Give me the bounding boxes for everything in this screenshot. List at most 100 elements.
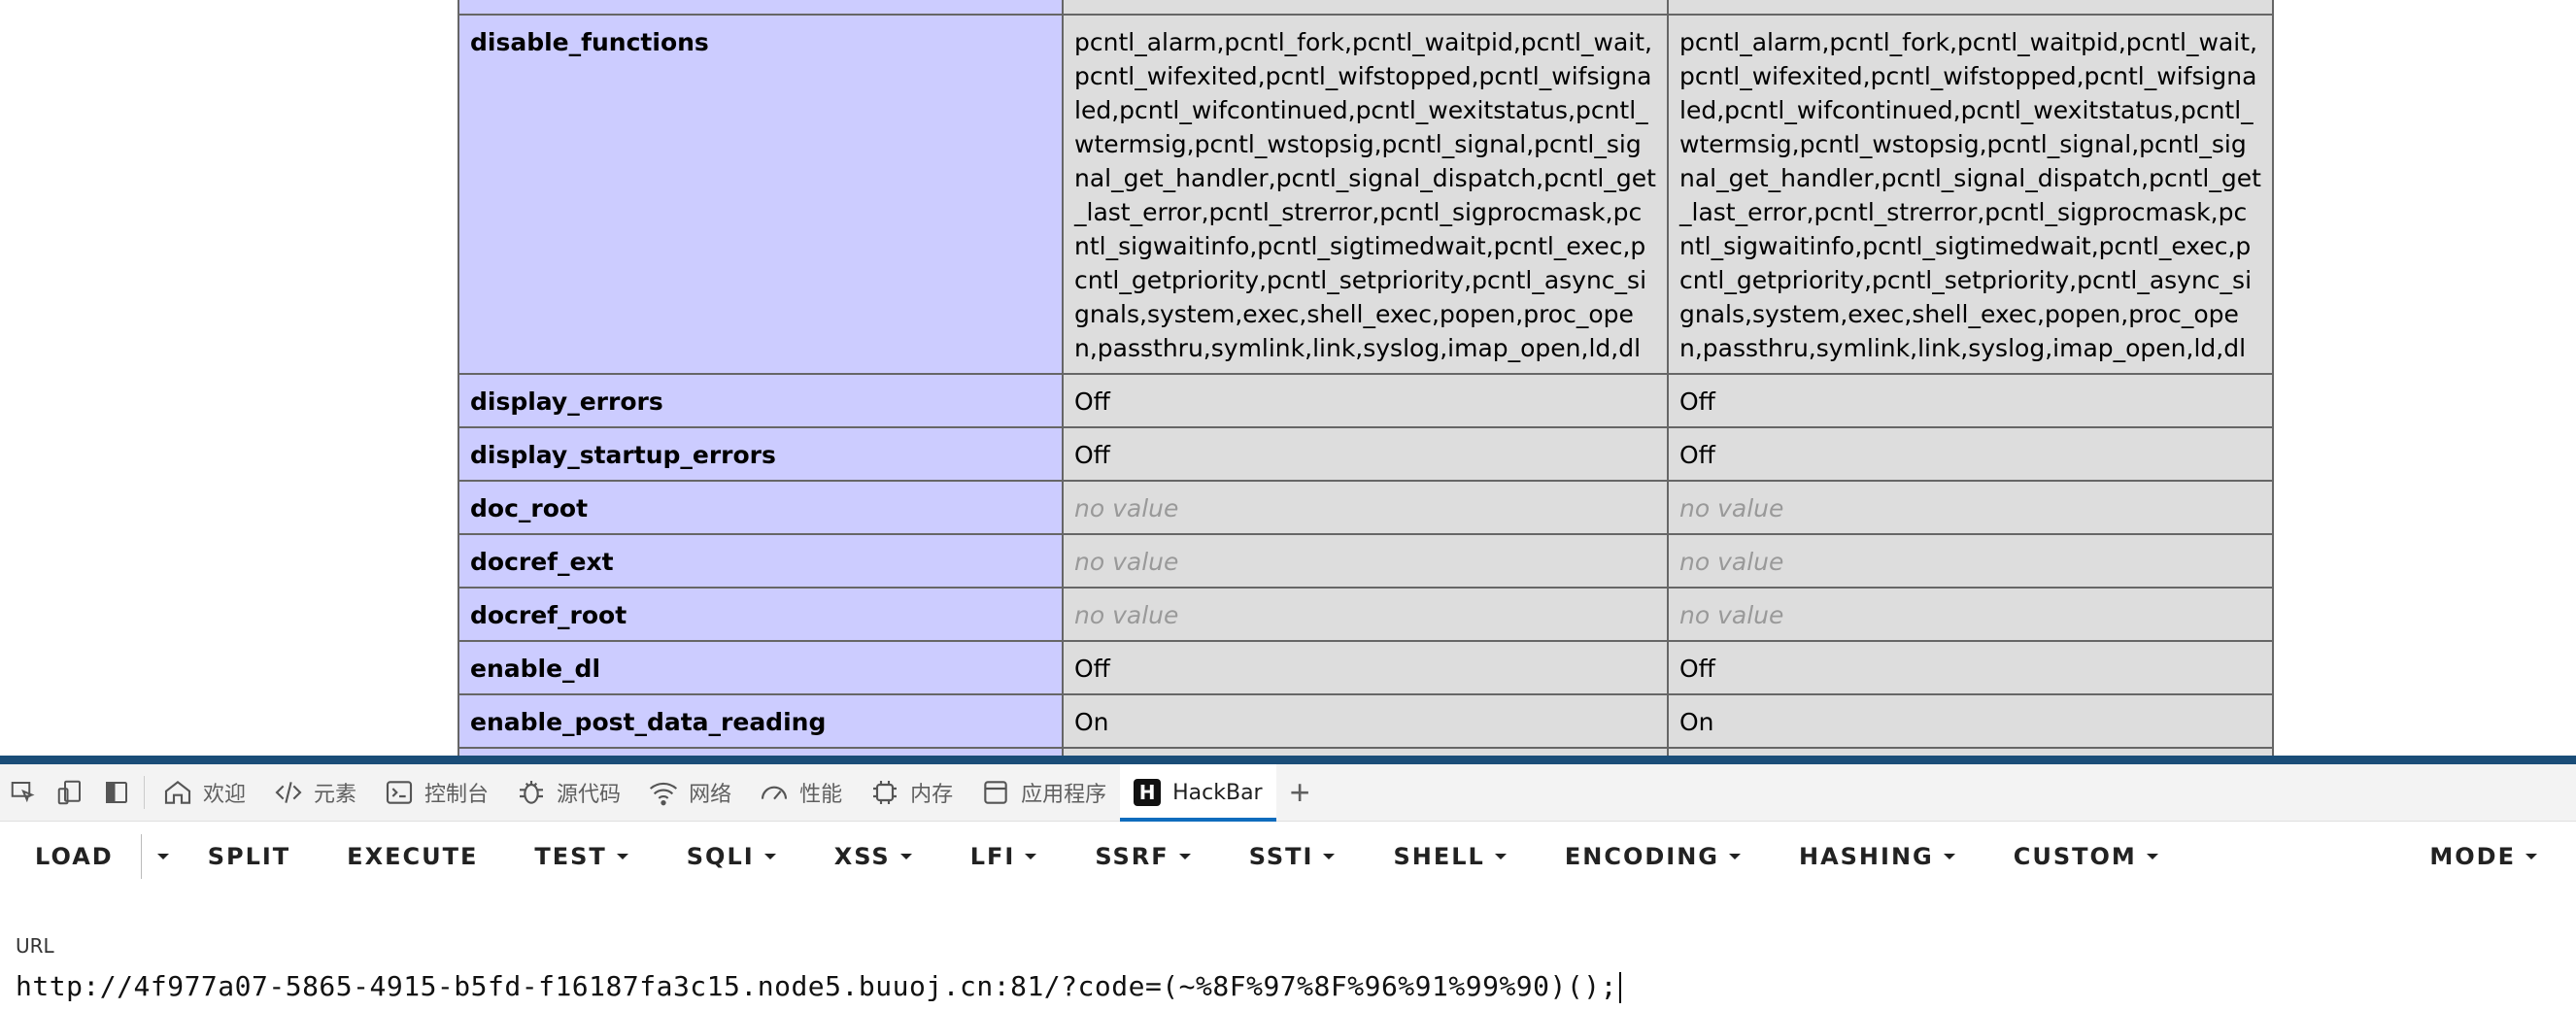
url-input[interactable]: http://4f977a07-5865-4915-b5fd-f16187fa3… (16, 970, 1621, 1003)
directive-name (458, 0, 1064, 16)
config-row: error_append_stringno valueno value (458, 747, 2274, 756)
lfi-menu-button[interactable]: LFI (970, 827, 1037, 886)
menu-label: TEST (534, 843, 607, 870)
dock-side-icon[interactable] (93, 764, 140, 822)
wifi-icon (650, 782, 678, 806)
tab-sources[interactable]: 源代码 (502, 764, 634, 822)
chevron-down-icon (763, 854, 776, 859)
ssrf-menu-button[interactable]: SSRF (1095, 827, 1191, 886)
master-value: no value (1667, 587, 2274, 642)
directive-name: display_startup_errors (458, 426, 1064, 482)
load-divider (140, 834, 142, 879)
code-icon (275, 782, 302, 803)
add-tab-button[interactable]: + (1276, 764, 1324, 822)
menu-label: MODE (2429, 843, 2516, 870)
directive-name: docref_root (458, 587, 1064, 642)
mode-menu-button[interactable]: MODE (2429, 827, 2537, 886)
tab-hackbar[interactable]: H HackBar (1120, 763, 1276, 822)
config-row: docref_root no value no value (458, 587, 2274, 642)
tab-label: 控制台 (424, 783, 490, 807)
sqli-menu-button[interactable]: SQLI (687, 827, 776, 886)
test-menu-button[interactable]: TEST (534, 827, 628, 886)
tab-label: 元素 (314, 783, 357, 807)
menu-label: SSRF (1095, 843, 1169, 870)
menu-label: LFI (969, 843, 1016, 870)
chevron-down-icon (2525, 854, 2537, 859)
chevron-down-icon (1728, 854, 1741, 859)
tab-application[interactable]: 应用程序 (966, 764, 1120, 822)
load-dropdown-button[interactable] (156, 827, 169, 886)
config-row: doc_root no value no value (458, 480, 2274, 535)
directive-name: display_errors (458, 373, 1064, 428)
chevron-down-icon (1494, 854, 1507, 859)
chevron-down-icon (1178, 854, 1191, 859)
custom-menu-button[interactable]: CUSTOM (2014, 827, 2158, 886)
directive-name: docref_ext (458, 533, 1064, 589)
master-value (1667, 0, 2274, 16)
menu-label: SSTI (1248, 843, 1314, 870)
menu-label: SHELL (1393, 843, 1485, 870)
directive-name: enable_post_data_reading (458, 693, 1064, 749)
directive-name: disable_functions (458, 14, 1064, 375)
xss-menu-button[interactable]: XSS (834, 827, 912, 886)
inspect-element-icon[interactable] (0, 764, 47, 822)
phpinfo-config-table: disable_functions pcntl_alarm,pcntl_fork,… (458, 0, 2274, 756)
tab-network[interactable]: 网络 (634, 764, 745, 822)
config-row (458, 0, 2274, 16)
load-button[interactable]: LOAD (35, 827, 114, 886)
menu-label: XSS (833, 843, 891, 870)
url-field-label: URL (16, 934, 54, 958)
config-row: enable_post_data_reading On On (458, 693, 2274, 749)
execute-button[interactable]: EXECUTE (347, 827, 478, 886)
hackbar-logo-icon: H (1134, 779, 1162, 806)
directive-name: enable_dl (458, 640, 1064, 695)
tab-label: 网络 (689, 783, 732, 807)
menu-label: ENCODING (1564, 843, 1719, 870)
tab-console[interactable]: 控制台 (370, 764, 502, 822)
chevron-down-icon (156, 854, 169, 859)
menu-label: SQLI (686, 843, 755, 870)
tab-label: HackBar (1172, 780, 1263, 805)
local-value: Off (1062, 373, 1669, 428)
directive-name: doc_root (458, 480, 1064, 535)
chevron-down-icon (1323, 854, 1336, 859)
chevron-down-icon (1943, 854, 1955, 859)
local-value: no value (1062, 587, 1669, 642)
devtools-tab-bar: 欢迎 元素 控制台 源代码 网络 性能 内存 应用程序 H HackBar + (0, 763, 2576, 822)
ssti-menu-button[interactable]: SSTI (1249, 827, 1336, 886)
local-value: pcntl_alarm,pcntl_fork,pcntl_waitpid,pcn… (1062, 14, 1669, 375)
hashing-menu-button[interactable]: HASHING (1799, 827, 1955, 886)
local-value: Off (1062, 640, 1669, 695)
local-value: Off (1062, 426, 1669, 482)
local-value: no value (1062, 533, 1669, 589)
chevron-down-icon (2146, 854, 2158, 859)
phpinfo-page: disable_functions pcntl_alarm,pcntl_fork,… (0, 0, 2576, 756)
device-emulation-icon[interactable] (47, 764, 93, 822)
master-value: no value (1667, 747, 2274, 756)
tab-label: 源代码 (557, 783, 622, 807)
console-icon (386, 781, 413, 804)
tab-performance[interactable]: 性能 (745, 764, 856, 822)
master-value: Off (1667, 640, 2274, 695)
hackbar-toolbar: LOAD SPLIT EXECUTE TEST SQLI XSS LFI SSR… (0, 823, 2576, 891)
url-input-text: http://4f977a07-5865-4915-b5fd-f16187fa3… (16, 970, 1617, 1002)
local-value: no value (1062, 480, 1669, 535)
master-value: no value (1667, 480, 2274, 535)
local-value (1062, 0, 1669, 16)
split-button[interactable]: SPLIT (208, 827, 290, 886)
chip-icon (873, 781, 898, 804)
directive-name: error_append_string (458, 747, 1064, 756)
tab-memory[interactable]: 内存 (856, 764, 966, 822)
config-row: disable_functions pcntl_alarm,pcntl_fork,… (458, 14, 2274, 375)
shell-menu-button[interactable]: SHELL (1393, 827, 1507, 886)
config-row: display_startup_errors Off Off (458, 426, 2274, 482)
tab-elements[interactable]: 元素 (259, 764, 370, 822)
tab-welcome[interactable]: 欢迎 (149, 764, 259, 822)
master-value: pcntl_alarm,pcntl_fork,pcntl_waitpid,pcn… (1667, 14, 2274, 375)
tab-label: 性能 (799, 783, 843, 807)
master-value: no value (1667, 533, 2274, 589)
encoding-menu-button[interactable]: ENCODING (1565, 827, 1741, 886)
devtools-panel: 欢迎 元素 控制台 源代码 网络 性能 内存 应用程序 H HackBar + … (0, 763, 2576, 1010)
tab-label: 欢迎 (203, 783, 247, 807)
local-value: no value (1062, 747, 1669, 756)
